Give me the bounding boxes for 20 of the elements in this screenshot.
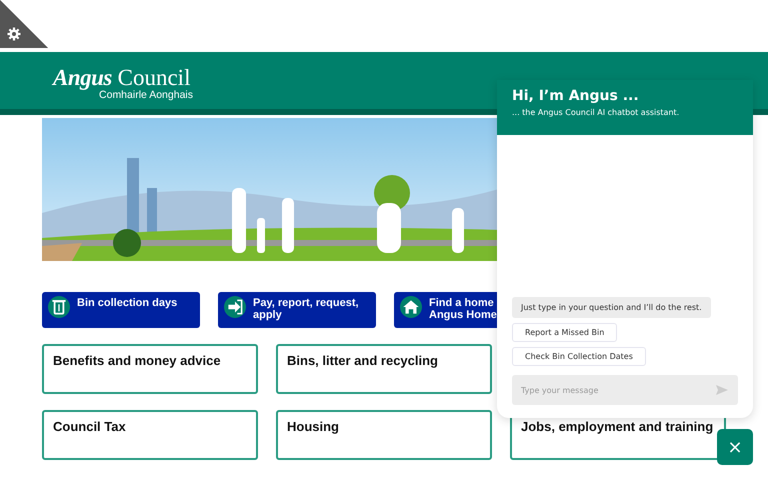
message-input[interactable]: Type your message — [512, 375, 738, 405]
category-tile[interactable]: Benefits and money advice — [42, 344, 258, 394]
quick-link-button[interactable]: Pay, report, request, apply — [218, 292, 376, 328]
chat-subtitle: ... the Angus Council AI chatbot assistant. — [512, 108, 680, 117]
house-icon — [400, 296, 422, 318]
close-button[interactable]: × — [717, 429, 753, 465]
category-tile[interactable]: Housing — [276, 410, 492, 460]
corner-tab[interactable] — [0, 0, 48, 48]
chat-message: Just type in your question and I’ll do the rest. — [512, 297, 711, 318]
category-tile[interactable]: Bins, litter and recycling — [276, 344, 492, 394]
chat-title: Hi, I’m Angus ... — [512, 88, 640, 104]
gear-icon[interactable] — [7, 27, 21, 41]
council-logo[interactable]: Angus Council — [53, 67, 195, 89]
category-tile[interactable]: Council Tax — [42, 410, 258, 460]
logo-subtitle: Comhairle Aonghais — [99, 89, 193, 101]
quick-reply-button[interactable]: Check Bin Collection Dates — [512, 347, 646, 366]
trash-icon — [48, 296, 70, 318]
quick-reply-button[interactable]: Report a Missed Bin — [512, 323, 618, 342]
quick-link-button[interactable]: Bin collection days — [42, 292, 200, 328]
arrow-into-door-icon — [224, 296, 246, 318]
